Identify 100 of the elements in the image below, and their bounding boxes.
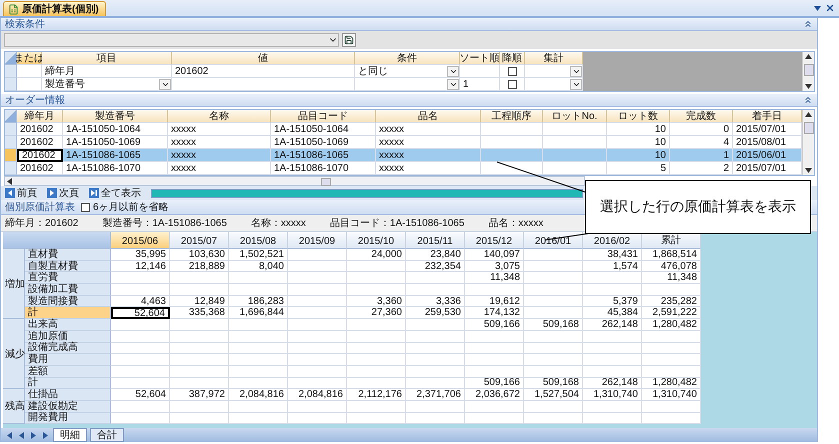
table-cell: 2,084,816 [288, 389, 347, 401]
row-label: 設備加工費 [25, 284, 111, 296]
table-cell: xxxxx [168, 149, 271, 162]
table-cell: 335,368 [170, 307, 229, 320]
table-cell: 2015/08/01 [733, 136, 802, 149]
table-cell: 1A-151050-1064 [271, 123, 376, 136]
table-cell: 262,148 [583, 378, 642, 390]
table-cell: 0 [670, 123, 733, 136]
column-header: 2015/06 [111, 232, 170, 249]
table-cell: 12,849 [170, 296, 229, 308]
group-label: 残高 [3, 389, 25, 424]
table-cell: 1A-151050-1069 [63, 136, 168, 149]
column-header: 製造番号 [63, 110, 168, 123]
table-cell: 509,166 [465, 378, 524, 390]
scroll-thumb[interactable] [804, 64, 814, 76]
row-label: 追加原価 [25, 330, 111, 342]
table-cell: 259,530 [406, 307, 465, 320]
row-label: 開発費用 [25, 412, 111, 424]
horizontal-scrollbar[interactable] [4, 176, 585, 186]
column-header: 2016/01 [524, 232, 583, 249]
pager-button[interactable]: 次頁 [47, 186, 79, 200]
table-cell: xxxxx [168, 162, 271, 175]
pager-button[interactable]: 前頁 [5, 186, 37, 200]
table-cell: 10 [607, 136, 670, 149]
column-header: 降順 [500, 52, 525, 65]
dropdown-icon[interactable] [813, 4, 822, 12]
callout: 選択した行の原価計算表を表示 [585, 180, 811, 234]
table-cell: 140,097 [465, 249, 524, 261]
row-label: 直材費 [25, 249, 111, 261]
table-cell: 509,168 [524, 378, 583, 390]
last-sheet-icon[interactable] [41, 430, 50, 440]
checkbox[interactable] [81, 202, 90, 212]
dropdown-field[interactable]: 製造番号 [42, 78, 172, 91]
vertical-scrollbar[interactable] [802, 52, 814, 91]
vertical-scrollbar[interactable] [802, 110, 814, 175]
scroll-thumb[interactable] [804, 122, 814, 134]
table-cell: 2015/07/01 [733, 123, 802, 136]
collapse-icon[interactable] [803, 95, 813, 105]
next-sheet-icon[interactable] [29, 430, 38, 440]
table-cell: 1,868,514 [642, 249, 701, 261]
scroll-down-icon[interactable] [804, 82, 813, 91]
table-cell: 4 [670, 136, 733, 149]
scroll-thumb[interactable] [321, 178, 331, 186]
sheet-tab[interactable]: 明細 [53, 428, 87, 442]
table-cell: 2,371,706 [406, 389, 465, 401]
dropdown-field[interactable]: と同じ [355, 65, 460, 78]
save-button[interactable] [342, 33, 356, 47]
table-cell: 235,282 [642, 296, 701, 308]
first-sheet-icon[interactable] [5, 430, 14, 440]
table-cell: 45,384 [583, 307, 642, 320]
table-cell: 52,604 [111, 307, 170, 320]
checkbox-label: 6ヶ月以前を省略 [93, 200, 169, 214]
info-text: 製造番号：1A-151086-1065 [102, 216, 227, 230]
column-header: 値 [172, 52, 355, 65]
table-cell: 35,995 [111, 249, 170, 261]
table-cell: 1 [670, 149, 733, 162]
column-header: 品目コード [271, 110, 376, 123]
table-cell: 218,889 [170, 260, 229, 272]
dropdown-field[interactable] [525, 65, 583, 78]
table-cell: 201602 [17, 149, 63, 162]
checkbox[interactable] [508, 66, 516, 76]
dropdown-field[interactable] [525, 78, 583, 91]
table-cell: 232,354 [406, 260, 465, 272]
column-header: 2015/10 [347, 232, 406, 249]
table-cell: 1A-151050-1064 [63, 123, 168, 136]
info-text: 品目コード：1A-151086-1065 [330, 217, 464, 230]
scroll-up-icon[interactable] [804, 110, 813, 119]
column-header: 完成数 [670, 110, 733, 123]
table-cell: 201602 [172, 65, 355, 78]
scroll-down-icon[interactable] [804, 166, 813, 175]
table-cell: 1,696,844 [229, 307, 288, 320]
table-cell: 1A-151086-1070 [271, 162, 376, 175]
info-text: 締年月：201602 [5, 216, 78, 230]
row-label: 費用 [25, 354, 111, 366]
section-title: オーダー情報 [5, 94, 65, 107]
table-cell: 3,075 [465, 260, 524, 272]
table-cell: 2,084,816 [229, 389, 288, 401]
table-cell: xxxxx [376, 149, 481, 162]
scroll-up-icon[interactable] [804, 52, 813, 61]
previous-sheet-icon[interactable] [17, 430, 26, 440]
row-label: 自製直材費 [25, 260, 111, 272]
column-header: 2015/11 [406, 232, 465, 249]
collapse-icon[interactable] [803, 19, 813, 29]
pager-button[interactable]: 全て表示 [89, 186, 141, 200]
dropdown-field[interactable] [355, 78, 460, 91]
section-title: 個別原価計算表 [5, 200, 75, 214]
table-cell: 201602 [17, 123, 63, 136]
checkbox[interactable] [508, 80, 516, 88]
sheet-tab[interactable]: 合計 [90, 428, 124, 442]
column-header: 締年月 [17, 110, 63, 123]
document-tab[interactable]: 原価計算表(個別) [3, 1, 106, 16]
table-cell: 2,036,672 [465, 389, 524, 401]
table-cell: 1,502,521 [229, 249, 288, 261]
table-cell: 23,840 [406, 249, 465, 261]
table-cell: 4,463 [111, 296, 170, 308]
column-header: 2015/12 [465, 232, 524, 249]
table-cell: 1A-151086-1065 [63, 149, 168, 162]
close-icon[interactable] [825, 3, 835, 13]
row-label: 建設仮勘定 [25, 400, 111, 413]
table-cell: 2,112,176 [347, 389, 406, 401]
